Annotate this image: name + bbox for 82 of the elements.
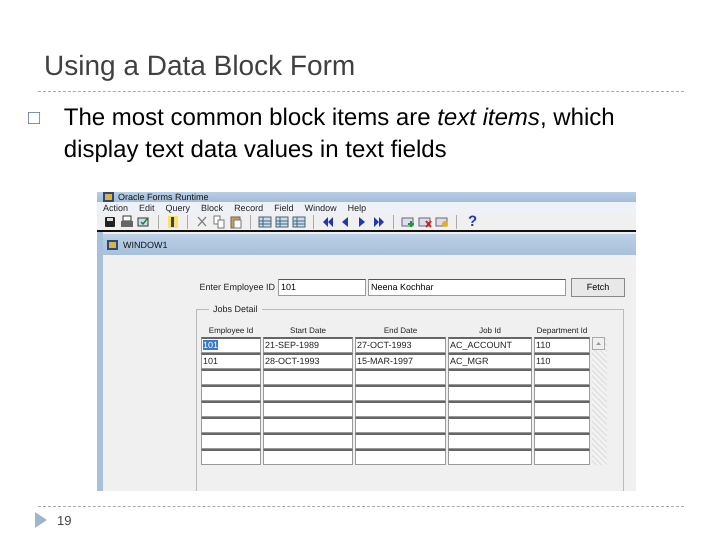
column-header: Employee Id	[208, 325, 254, 337]
empty-cell[interactable]	[534, 449, 590, 465]
menu-item[interactable]: Field	[274, 203, 294, 213]
table-cell[interactable]: 15-MAR-1997	[355, 353, 446, 369]
table-cell[interactable]: 28-OCT-1993	[263, 353, 353, 369]
empty-cell[interactable]	[355, 433, 446, 449]
menu-item[interactable]: Window	[304, 203, 337, 213]
menu-item[interactable]: Action	[103, 203, 128, 213]
table-icon[interactable]	[275, 214, 289, 228]
empty-cell[interactable]	[534, 369, 590, 385]
menu-item[interactable]: Record	[234, 203, 264, 213]
table-icon[interactable]	[292, 214, 306, 228]
delete-record-icon[interactable]	[418, 214, 432, 228]
empty-cell[interactable]	[534, 385, 590, 401]
empty-cell[interactable]	[534, 401, 590, 417]
table-cell[interactable]: 101	[201, 353, 261, 369]
empty-cell[interactable]	[448, 401, 532, 417]
insert-record-icon[interactable]	[401, 214, 415, 228]
menu-item[interactable]: Help	[348, 203, 366, 213]
table-cell[interactable]: AC_ACCOUNT	[448, 337, 532, 353]
menu-item[interactable]: Query	[166, 203, 190, 213]
column-header: End Date	[384, 325, 418, 337]
slide-title: Using a Data Block Form	[43, 49, 356, 83]
menu-item[interactable]: Edit	[139, 203, 155, 213]
table-cell[interactable]: 21-SEP-1989	[263, 337, 353, 353]
help-button[interactable]: ?	[464, 213, 482, 230]
empty-cell[interactable]	[355, 401, 446, 417]
empty-cell[interactable]	[263, 417, 353, 433]
empty-cell[interactable]	[355, 417, 446, 433]
empty-cell[interactable]	[201, 385, 261, 401]
page-number: 19	[57, 512, 72, 528]
empty-cell[interactable]	[263, 433, 353, 449]
save-icon[interactable]	[103, 214, 117, 228]
table-cell[interactable]: 101	[201, 337, 261, 353]
printer-icon[interactable]	[120, 214, 134, 228]
scrollbar[interactable]	[592, 337, 607, 465]
table-cell[interactable]: 110	[534, 353, 590, 369]
table-cell[interactable]: 27-OCT-1993	[355, 337, 446, 353]
empty-cell[interactable]	[448, 385, 532, 401]
input-field[interactable]: 101	[278, 278, 366, 296]
empty-cell[interactable]	[448, 449, 532, 465]
fetch-button[interactable]: Fetch	[571, 278, 625, 296]
empty-cell[interactable]	[355, 449, 446, 465]
column-header: Start Date	[290, 325, 326, 337]
window-title: Oracle Forms Runtime	[118, 192, 209, 202]
window-title: WINDOW1	[123, 240, 168, 250]
door-icon[interactable]	[166, 214, 180, 228]
empty-cell[interactable]	[201, 417, 261, 433]
scissors-icon[interactable]	[195, 214, 209, 228]
monitor-icon[interactable]	[137, 214, 151, 228]
empty-cell[interactable]	[201, 433, 261, 449]
column-header: Department Id	[536, 325, 588, 337]
empty-cell[interactable]	[201, 449, 261, 465]
app-icon	[103, 192, 114, 202]
column-header: Job Id	[479, 325, 501, 337]
empty-cell[interactable]	[201, 401, 261, 417]
empty-cell[interactable]	[263, 369, 353, 385]
menu-item[interactable]: Block	[201, 203, 224, 213]
table-cell[interactable]: 110	[534, 337, 590, 353]
empty-cell[interactable]	[534, 417, 590, 433]
empty-cell[interactable]	[355, 369, 446, 385]
empty-cell[interactable]	[448, 417, 532, 433]
bullet-marker: □	[28, 106, 42, 131]
copy-icon[interactable]	[212, 214, 226, 228]
empty-cell[interactable]	[448, 369, 532, 385]
table-cell[interactable]: AC_MGR	[448, 353, 532, 369]
empty-cell[interactable]	[448, 433, 532, 449]
empty-cell[interactable]	[263, 449, 353, 465]
empty-cell[interactable]	[534, 433, 590, 449]
table-icon[interactable]	[258, 214, 272, 228]
empty-cell[interactable]	[355, 385, 446, 401]
empty-cell[interactable]	[263, 401, 353, 417]
clipboard-icon[interactable]	[229, 214, 243, 228]
group-title: Jobs Detail	[209, 304, 262, 314]
lock-icon[interactable]	[435, 214, 449, 228]
input-field[interactable]: Neena Kochhar	[368, 278, 566, 296]
field-label: Enter Employee ID	[198, 282, 276, 292]
triangle-icon	[35, 512, 47, 528]
window-icon	[107, 240, 118, 250]
empty-cell[interactable]	[201, 369, 261, 385]
empty-cell[interactable]	[263, 385, 353, 401]
bullet-text: The most common block items are text items, which display text data values in text fields	[64, 103, 616, 165]
